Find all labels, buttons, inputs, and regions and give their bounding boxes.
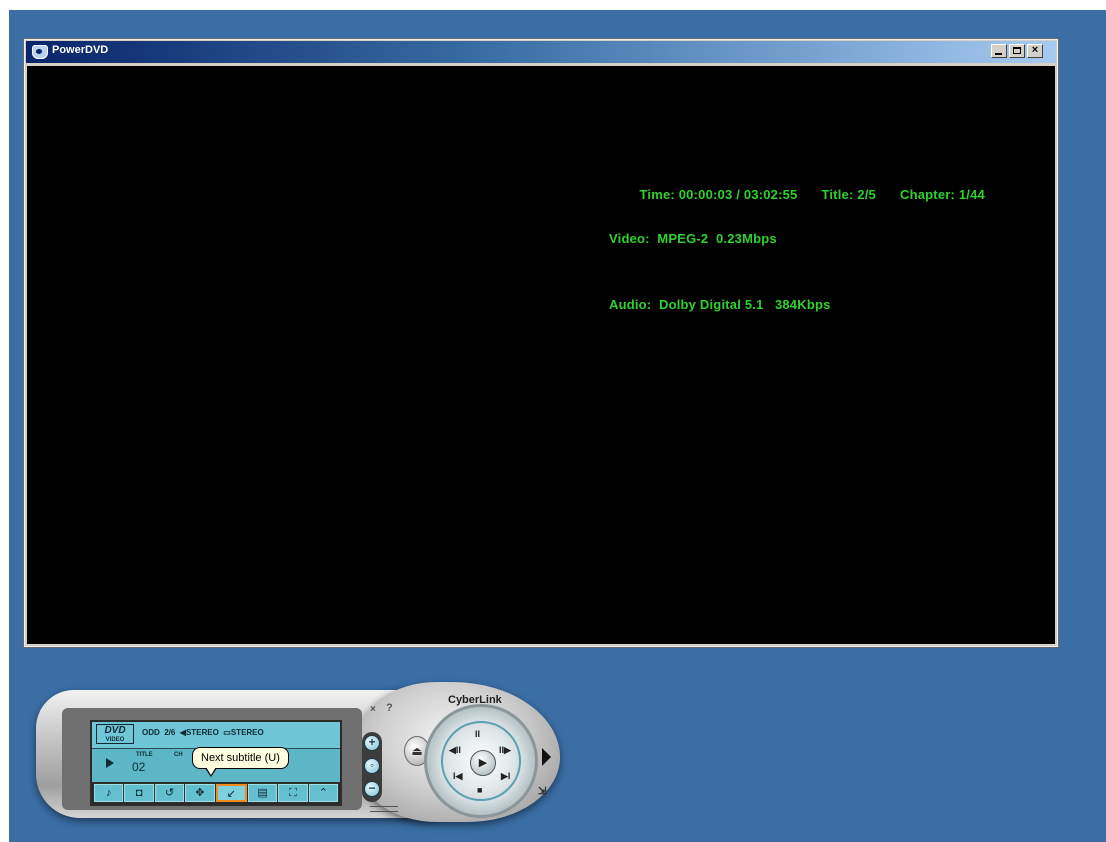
playing-icon: [106, 758, 114, 768]
tooltip: Next subtitle (U): [192, 747, 289, 777]
osd-audio: Audio: Dolby Digital 5.1 384Kbps: [609, 297, 831, 312]
music-note-icon[interactable]: ♪: [94, 784, 124, 802]
drag-handle[interactable]: [370, 806, 398, 812]
title-label: TITLE: [136, 752, 153, 758]
osd-title: Title: 2/5: [821, 187, 876, 202]
play-button[interactable]: ▶: [470, 750, 496, 776]
menu-icon[interactable]: ▤: [247, 784, 278, 802]
dvd-video-logo: DVD VIDEO: [96, 724, 134, 744]
close-button[interactable]: ×: [1027, 44, 1043, 58]
mute-button[interactable]: ◦: [364, 758, 380, 774]
camera-icon[interactable]: ◘: [124, 784, 154, 802]
slow-reverse-icon[interactable]: ◀II: [449, 745, 461, 756]
slow-forward-icon[interactable]: II▶: [499, 745, 511, 756]
lcd-status-row: DVD VIDEO ODD 2/6 ◀STEREO ▭STEREO: [92, 722, 340, 749]
video-area[interactable]: Time: 00:00:03 / 03:02:55 Title: 2/5 Chapt…: [27, 66, 1055, 644]
function-button-row: ♪ ◘ ↺ ✥ ↙ ▤ ⛶ ⌃: [92, 782, 340, 804]
previous-chapter-icon[interactable]: I◀: [453, 771, 462, 782]
volume-controls: + ◦ −: [362, 732, 382, 802]
title-bar[interactable]: PowerDVD ×: [26, 41, 1056, 63]
remote-control: CyberLink × ? DVD VIDEO ODD 2/6 ◀STEREO …: [30, 680, 560, 830]
maximize-button[interactable]: [1009, 44, 1025, 58]
osd-line-1: Time: 00:00:03 / 03:02:55 Title: 2/5 Chapt…: [609, 162, 985, 202]
remote-close-button[interactable]: ×: [370, 704, 376, 715]
next-chapter-icon[interactable]: ▶I: [501, 771, 510, 782]
repeat-icon[interactable]: ↺: [154, 784, 185, 802]
volume-up-button[interactable]: +: [364, 735, 380, 751]
resize-handle-icon[interactable]: ⇲: [538, 786, 546, 797]
subtitle-icon[interactable]: ↙: [215, 784, 247, 802]
powerdvd-app-icon: [32, 45, 48, 59]
osd-info: Time: 00:00:03 / 03:02:55 Title: 2/5 Chapt…: [609, 118, 985, 360]
pause-icon[interactable]: II: [475, 729, 480, 739]
navigation-ring: II ◀II II▶ I◀ ▶I ■ ▶: [424, 704, 538, 818]
chapter-label: CH: [174, 752, 183, 758]
lcd-status-text: ODD 2/6 ◀STEREO ▭STEREO: [142, 728, 264, 737]
minimize-button[interactable]: [991, 44, 1007, 58]
expand-arrow-icon[interactable]: [542, 748, 551, 766]
angle-icon[interactable]: ✥: [185, 784, 215, 802]
fullscreen-icon[interactable]: ⛶: [278, 784, 308, 802]
close-icon: ×: [1031, 44, 1039, 56]
osd-video: Video: MPEG-2 0.23Mbps: [609, 231, 777, 246]
stop-icon[interactable]: ■: [477, 785, 482, 795]
up-icon[interactable]: ⌃: [308, 784, 338, 802]
navigation-pad: II ◀II II▶ I◀ ▶I ■ ▶: [441, 721, 521, 801]
volume-down-button[interactable]: −: [364, 781, 380, 797]
window-title: PowerDVD: [52, 44, 109, 56]
osd-time: Time: 00:00:03 / 03:02:55: [639, 187, 798, 202]
remote-help-button[interactable]: ?: [386, 702, 393, 714]
osd-chapter: Chapter: 1/44: [899, 187, 985, 202]
powerdvd-window: PowerDVD × Time: 00:00:03 / 03:02:55 Titl…: [24, 39, 1058, 647]
title-number: 02: [132, 760, 146, 774]
